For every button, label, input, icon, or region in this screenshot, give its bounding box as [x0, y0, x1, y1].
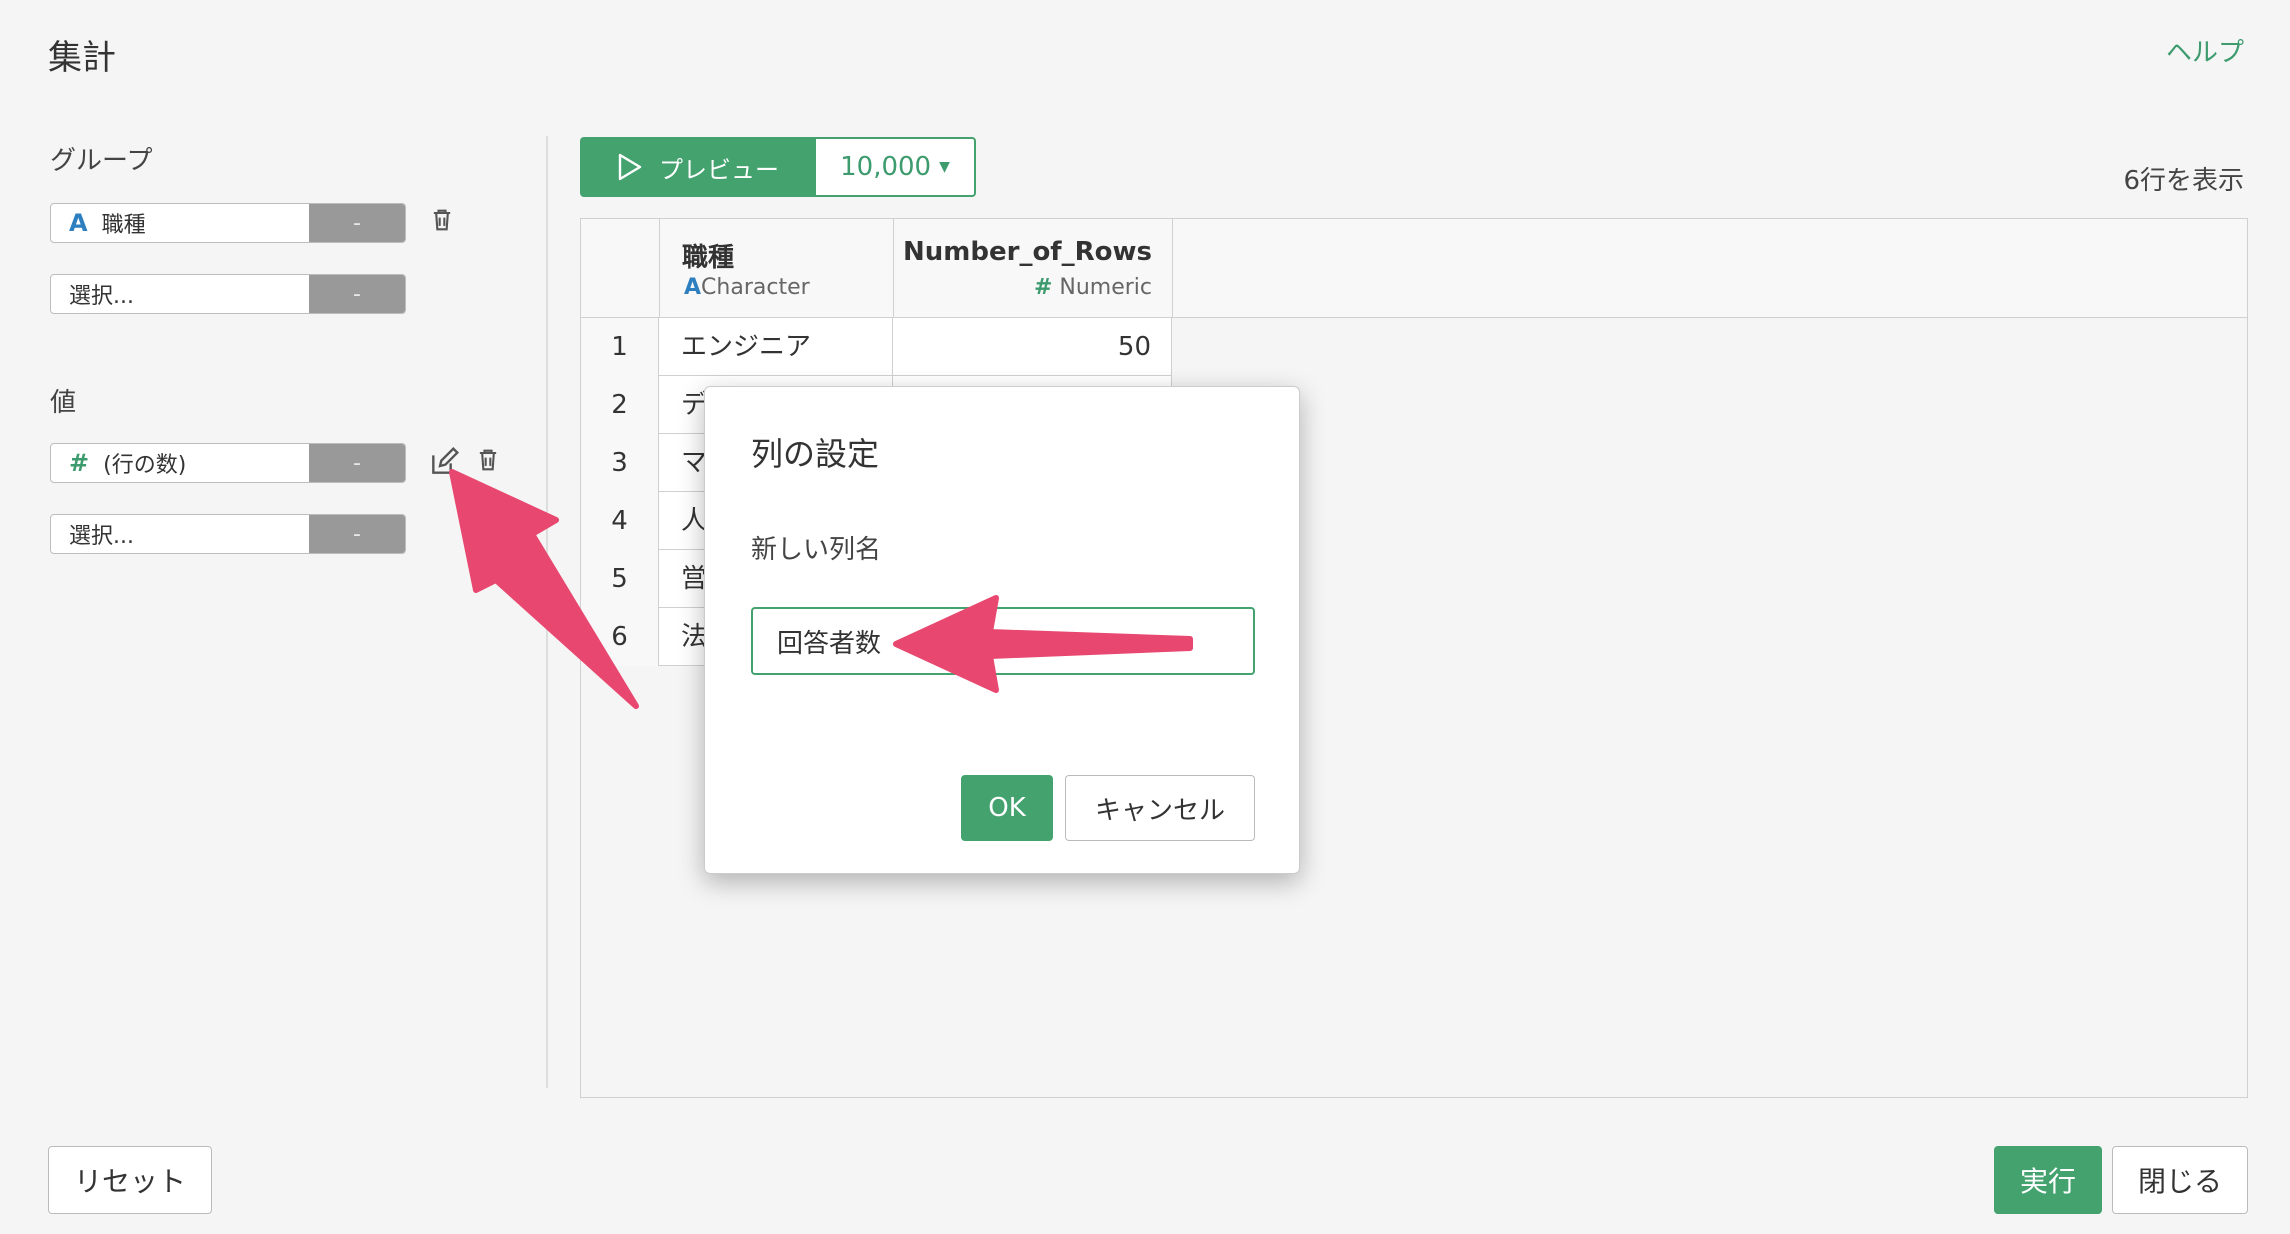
caret-down-icon: ▼ — [939, 159, 950, 175]
preview-button-label: プレビュー — [659, 155, 779, 184]
column-header-name: 職種 — [682, 243, 735, 273]
values-section-label: 値 — [50, 388, 77, 418]
row-count-text: 6行を表示 — [2123, 166, 2244, 196]
trash-icon[interactable] — [428, 206, 456, 234]
close-button[interactable]: 閉じる — [2112, 1146, 2248, 1214]
value-select-placeholder: 選択... — [69, 524, 134, 549]
table-cell: 50 — [893, 318, 1172, 376]
group-field-select[interactable]: 選択... - — [50, 274, 406, 314]
trash-icon[interactable] — [474, 446, 502, 474]
column-header-name: Number_of_Rows — [903, 237, 1152, 267]
play-icon — [618, 153, 642, 181]
value-field-value: (行の数) — [103, 453, 187, 478]
table-header: 職種 ACharacter Number_of_Rows # Numeric — [581, 219, 2247, 318]
run-button[interactable]: 実行 — [1994, 1146, 2102, 1214]
group-field-1[interactable]: A 職種 - — [50, 203, 406, 243]
preview-controls: プレビュー 10,000 ▼ — [580, 137, 976, 197]
column-type-label: Character — [701, 275, 810, 300]
dialog-title: 列の設定 — [751, 435, 880, 473]
row-index: 4 — [581, 492, 659, 550]
edit-icon[interactable] — [428, 446, 460, 478]
column-header-1[interactable]: 職種 ACharacter — [660, 219, 894, 317]
row-index: 5 — [581, 550, 659, 608]
ok-button[interactable]: OK — [961, 775, 1053, 841]
value-field-options-button[interactable]: - — [309, 444, 405, 482]
index-header — [581, 219, 660, 317]
column-type-label: Numeric — [1059, 275, 1152, 300]
new-column-name-label: 新しい列名 — [751, 535, 882, 565]
row-index: 3 — [581, 434, 659, 492]
numeric-type-icon: # — [1033, 275, 1053, 300]
row-index: 6 — [581, 608, 659, 666]
numeric-type-icon: # — [69, 449, 90, 477]
rows-dropdown-value: 10,000 — [840, 152, 932, 182]
panel-divider — [546, 136, 548, 1088]
table-cell: エンジニア — [659, 318, 893, 376]
new-column-name-input[interactable] — [751, 607, 1255, 675]
rows-dropdown[interactable]: 10,000 ▼ — [816, 137, 976, 197]
group-select-options-button[interactable]: - — [309, 275, 405, 313]
row-index: 1 — [581, 318, 659, 376]
group-field-value: 職種 — [101, 213, 146, 238]
reset-button[interactable]: リセット — [48, 1146, 212, 1214]
column-header-2[interactable]: Number_of_Rows # Numeric — [894, 219, 1173, 317]
column-settings-dialog: 列の設定 新しい列名 OK キャンセル — [704, 386, 1300, 874]
group-select-placeholder: 選択... — [69, 284, 134, 309]
table-row: 1 エンジニア 50 — [581, 318, 1172, 376]
character-type-icon: A — [69, 209, 88, 237]
cancel-button[interactable]: キャンセル — [1065, 775, 1255, 841]
value-field-1[interactable]: # (行の数) - — [50, 443, 406, 483]
character-type-icon: A — [684, 275, 702, 300]
group-field-options-button[interactable]: - — [309, 204, 405, 242]
value-select-options-button[interactable]: - — [309, 515, 405, 553]
help-link[interactable]: ヘルプ — [2166, 32, 2244, 69]
value-field-select[interactable]: 選択... - — [50, 514, 406, 554]
group-section-label: グループ — [50, 146, 153, 176]
preview-button[interactable]: プレビュー — [580, 137, 816, 197]
row-index: 2 — [581, 376, 659, 434]
page-title: 集計 — [48, 38, 116, 78]
